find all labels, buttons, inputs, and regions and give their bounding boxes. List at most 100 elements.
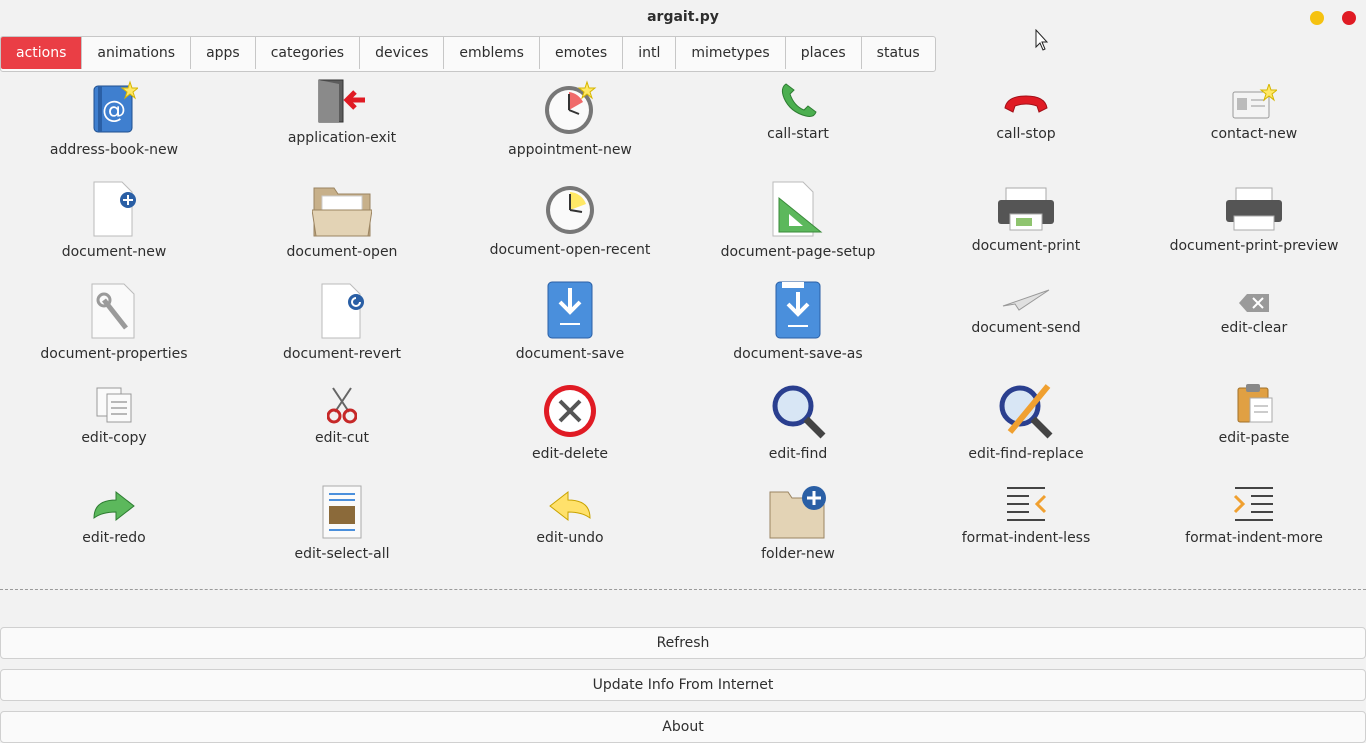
tab-status[interactable]: status [862,37,935,69]
icon-label: document-print [971,238,1081,254]
tab-places[interactable]: places [786,37,862,69]
undo-arrow-icon [549,490,591,522]
icon-cell-folder-new[interactable]: folder-new [684,484,912,562]
svg-text:@: @ [102,96,126,124]
mouse-cursor-icon [1035,29,1049,51]
icon-cell-edit-find[interactable]: edit-find [684,382,912,462]
icon-cell-application-exit[interactable]: application-exit [228,78,456,146]
tab-animations[interactable]: animations [82,37,192,69]
scroll-separator [0,589,1366,590]
icon-label: format-indent-more [1185,530,1323,546]
icon-label: document-save [515,346,625,362]
save-icon [547,281,593,339]
icon-cell-edit-redo[interactable]: edit-redo [0,488,228,546]
icon-cell-edit-paste[interactable]: edit-paste [1140,382,1366,446]
icon-cell-format-indent-less[interactable]: format-indent-less [912,484,1140,546]
folder-new-icon [769,486,826,539]
icon-label: appointment-new [508,142,632,158]
icon-cell-address-book-new[interactable]: @ address-book-new [0,80,228,158]
icon-cell-appointment-new[interactable]: appointment-new [456,80,684,158]
icon-label: edit-paste [1218,430,1290,446]
close-button[interactable] [1342,11,1356,25]
icon-cell-document-print[interactable]: document-print [912,186,1140,254]
icon-cell-document-open[interactable]: document-open [228,182,456,260]
address-book-new-icon: @ [93,80,138,133]
icon-cell-document-save-as[interactable]: document-save-as [684,280,912,362]
icon-label: edit-redo [82,530,146,546]
icon-label: document-revert [283,346,401,362]
icon-cell-document-new[interactable]: document-new [0,180,228,260]
document-properties-icon [91,283,135,339]
icon-label: document-open [286,244,398,260]
icon-cell-document-page-setup[interactable]: document-page-setup [684,180,912,260]
icon-cell-document-save[interactable]: document-save [456,280,684,362]
tab-apps[interactable]: apps [191,37,256,69]
window-title: argait.py [647,9,719,25]
icon-label: address-book-new [49,142,179,158]
select-all-icon [322,485,362,539]
icon-label: document-save-as [733,346,863,362]
icon-cell-edit-undo[interactable]: edit-undo [456,488,684,546]
icon-label: document-print-preview [1169,238,1339,254]
tab-emblems[interactable]: emblems [444,37,540,69]
icon-cell-edit-select-all[interactable]: edit-select-all [228,484,456,562]
category-tabs: actions animations apps categories devic… [0,36,936,72]
icon-label: document-new [61,244,167,260]
icon-label: contact-new [1210,126,1298,142]
printer-icon [998,187,1054,231]
title-bar: argait.py [0,0,1366,51]
about-button[interactable]: About [0,711,1366,743]
application-exit-icon [318,79,365,123]
magnifier-icon [772,385,826,439]
icon-cell-format-indent-more[interactable]: format-indent-more [1140,484,1366,546]
icon-cell-edit-clear[interactable]: edit-clear [1140,292,1366,336]
icon-cell-edit-cut[interactable]: edit-cut [228,386,456,446]
phone-green-icon [781,83,817,117]
icon-cell-call-start[interactable]: call-start [684,80,912,142]
icon-cell-document-send[interactable]: document-send [912,288,1140,336]
icon-cell-edit-find-replace[interactable]: edit-find-replace [912,382,1140,462]
icon-cell-edit-copy[interactable]: edit-copy [0,386,228,446]
redo-arrow-icon [93,490,135,522]
icon-label: format-indent-less [961,530,1091,546]
icon-cell-document-properties[interactable]: document-properties [0,282,228,362]
icon-label: folder-new [761,546,835,562]
tab-categories[interactable]: categories [256,37,361,69]
scissors-icon [327,387,357,424]
icon-label: edit-select-all [294,546,390,562]
delete-icon [544,385,596,437]
page-setup-icon [772,181,823,237]
minimize-button[interactable] [1310,11,1324,25]
tab-actions[interactable]: actions [1,37,83,69]
clear-icon [1239,294,1269,312]
icon-label: edit-copy [81,430,147,446]
icon-label: edit-delete [531,446,609,462]
find-replace-icon [999,384,1053,439]
icon-label: document-open-recent [489,242,651,258]
icon-cell-call-stop[interactable]: call-stop [912,80,1140,142]
tab-devices[interactable]: devices [360,37,445,69]
icon-label: edit-find-replace [968,446,1084,462]
printer-preview-icon [1226,187,1282,231]
tab-emotes[interactable]: emotes [540,37,624,69]
document-new-icon [93,181,136,237]
refresh-button[interactable]: Refresh [0,627,1366,659]
icon-cell-document-open-recent[interactable]: document-open-recent [456,184,684,258]
icon-label: application-exit [287,130,397,146]
icon-label: document-properties [40,346,188,362]
icon-grid: @ address-book-new application-exit appo… [0,70,1366,589]
icon-cell-document-print-preview[interactable]: document-print-preview [1140,186,1366,254]
update-info-button[interactable]: Update Info From Internet [0,669,1366,701]
icon-cell-edit-delete[interactable]: edit-delete [456,382,684,462]
icon-cell-document-revert[interactable]: document-revert [228,282,456,362]
tab-mimetypes[interactable]: mimetypes [676,37,786,69]
copy-icon [96,387,132,423]
icon-label: document-page-setup [720,244,876,260]
icon-label: call-stop [996,126,1056,142]
tab-intl[interactable]: intl [623,37,677,69]
appointment-new-icon [545,80,597,134]
icon-label: edit-cut [315,430,369,446]
icon-label: edit-find [768,446,828,462]
save-as-icon [775,281,821,339]
icon-cell-contact-new[interactable]: contact-new [1140,84,1366,142]
